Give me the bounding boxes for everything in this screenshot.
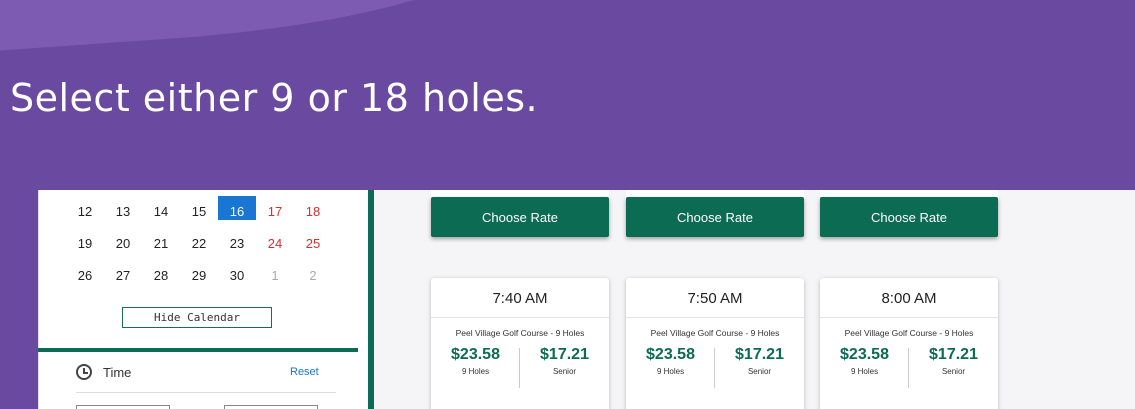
choose-rate-button[interactable]: Choose Rate [431,197,609,237]
price-option[interactable]: $17.21 Senior [715,346,804,376]
tee-time: 7:40 AM [492,290,548,307]
right-page-background [1050,190,1135,409]
choose-rate-button[interactable]: Choose Rate [626,197,804,237]
card-divider [820,317,998,318]
price-amount: $17.21 [735,346,784,363]
calendar-day[interactable]: 12 [66,200,104,232]
price-label: 9 Holes [850,367,879,376]
calendar-day[interactable]: 27 [104,264,142,296]
price-amount: $17.21 [540,346,589,363]
tee-time-card[interactable]: 7:50 AM Peel Village Golf Course - 9 Hole… [626,278,804,409]
price-amount: $23.58 [451,346,500,363]
calendar-day[interactable]: 2 [294,264,332,296]
banner-title: Select either 9 or 18 holes. [10,76,539,120]
price-option[interactable]: $23.58 9 Holes [431,346,520,376]
price-amount: $23.58 [840,346,889,363]
calendar-day[interactable]: 21 [142,232,180,264]
time-rule [76,392,336,393]
calendar-day[interactable]: 20 [104,232,142,264]
left-background-edge [0,190,38,409]
time-filter-header[interactable]: Time Reset [38,352,358,392]
price-label: Senior [747,367,772,376]
calendar-day[interactable]: 1 [256,264,294,296]
price-label: Senior [552,367,577,376]
calendar-week: 19 20 21 22 23 24 25 [66,232,332,264]
calendar-day[interactable]: 14 [142,200,180,232]
calendar-day[interactable]: 17 [256,200,294,232]
tee-times-results: Choose Rate Choose Rate Choose Rate 7:40 AM… [374,190,1050,409]
banner-swoosh [0,0,483,54]
price-label: Senior [941,367,966,376]
time-start-select[interactable] [76,405,170,409]
instruction-banner: Select either 9 or 18 holes. [0,0,1135,190]
price-option[interactable]: $17.21 Senior [520,346,609,376]
calendar-day[interactable]: 23 [218,232,256,264]
course-name: Peel Village Golf Course - 9 Holes [844,328,974,338]
time-reset-link[interactable]: Reset [290,366,319,378]
calendar-day[interactable]: 18 [294,200,332,232]
tee-time: 8:00 AM [881,290,937,307]
price-option[interactable]: $23.58 9 Holes [626,346,715,376]
calendar-day[interactable]: 13 [104,200,142,232]
calendar-day[interactable]: 24 [256,232,294,264]
clock-icon [76,364,92,380]
tee-time: 7:50 AM [687,290,743,307]
time-end-select[interactable] [224,405,318,409]
calendar-day[interactable]: 25 [294,232,332,264]
calendar-day[interactable]: 29 [180,264,218,296]
tee-time-card[interactable]: 7:40 AM Peel Village Golf Course - 9 Hole… [431,278,609,409]
calendar-week: 26 27 28 29 30 1 2 [66,264,332,296]
calendar-week: 12 13 14 15 16 17 18 [66,196,332,232]
calendar-day[interactable]: 26 [66,264,104,296]
price-label: 9 Holes [656,367,685,376]
price-amount: $23.58 [646,346,695,363]
calendar-grid: 12 13 14 15 16 17 18 19 20 21 22 23 24 25 26 27 28 29 30 1 2 [66,196,332,296]
choose-rate-button[interactable]: Choose Rate [820,197,998,237]
calendar-day[interactable]: 22 [180,232,218,264]
tee-time-card[interactable]: 8:00 AM Peel Village Golf Course - 9 Hole… [820,278,998,409]
time-filter-label: Time [103,365,132,380]
calendar-day-selected[interactable]: 16 [218,196,256,220]
price-option[interactable]: $17.21 Senior [909,346,998,376]
price-amount: $17.21 [929,346,978,363]
calendar-day[interactable]: 19 [66,232,104,264]
card-divider [431,317,609,318]
calendar-day[interactable]: 30 [218,264,256,296]
course-name: Peel Village Golf Course - 9 Holes [455,328,585,338]
price-label: 9 Holes [461,367,490,376]
calendar-day[interactable]: 15 [180,200,218,232]
card-divider [626,317,804,318]
price-option[interactable]: $23.58 9 Holes [820,346,909,376]
course-name: Peel Village Golf Course - 9 Holes [650,328,780,338]
calendar-day[interactable]: 28 [142,264,180,296]
filter-panel: 12 13 14 15 16 17 18 19 20 21 22 23 24 25 26 27 28 29 30 1 2… [38,190,360,409]
hide-calendar-button[interactable]: Hide Calendar [122,307,272,328]
